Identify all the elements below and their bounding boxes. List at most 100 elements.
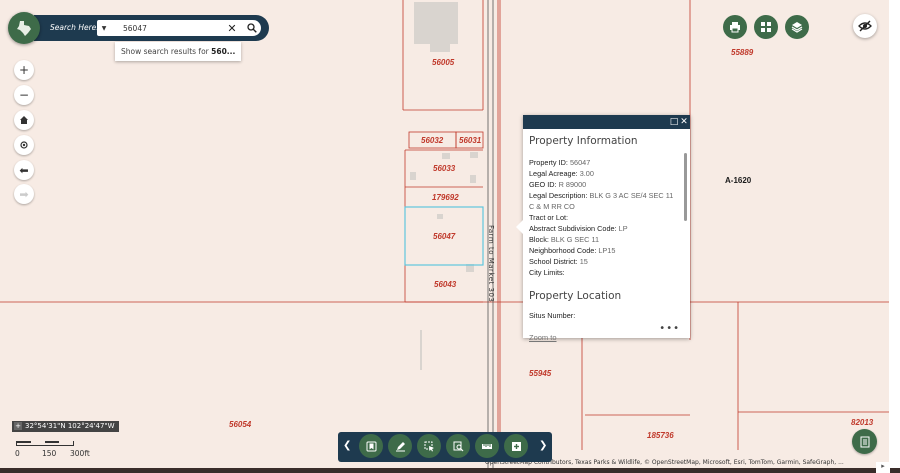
next-extent-button[interactable]: ➡ xyxy=(14,184,34,204)
search-document-icon xyxy=(453,441,463,451)
popup-pointer xyxy=(516,220,523,234)
toolbar-prev-button[interactable]: ❮ xyxy=(343,440,351,451)
attribution-toggle[interactable]: ▸ xyxy=(876,462,890,473)
field-row: GEO ID: R 89000 xyxy=(529,180,587,189)
minus-icon: − xyxy=(18,88,30,102)
parcel-label: 56005 xyxy=(432,58,455,67)
scale-label: 0 xyxy=(15,449,20,458)
field-row: Property ID: 56047 xyxy=(529,158,591,167)
layers-icon xyxy=(791,22,803,33)
locate-icon xyxy=(20,141,28,149)
parcel-label: 56047 xyxy=(433,232,456,241)
parcel-label: 56043 xyxy=(434,280,457,289)
close-icon: ✕ xyxy=(227,21,237,35)
bookmarks-button[interactable] xyxy=(359,434,383,458)
pencil-icon xyxy=(395,441,405,451)
map-canvas[interactable]: 56005 55889 56032 56031 56033 179692 560… xyxy=(0,0,900,473)
clear-search-button[interactable]: ✕ xyxy=(225,20,239,36)
search-button[interactable] xyxy=(245,20,259,36)
measure-button[interactable] xyxy=(475,434,499,458)
bottom-toolbar: ❮ ❯ xyxy=(338,432,552,462)
suggestion-prefix: Show search results for xyxy=(121,47,209,56)
field-row: Legal Acreage: 3.00 xyxy=(529,169,594,178)
parcel-label: 56033 xyxy=(433,164,456,173)
ruler-icon xyxy=(482,443,492,449)
popup-section-title: Property Information xyxy=(529,135,638,147)
draw-button[interactable] xyxy=(388,434,412,458)
popup-header: □ ✕ xyxy=(523,115,690,129)
home-icon xyxy=(20,116,28,124)
coordinate-text: 32°54'31"N 102°24'47"W xyxy=(25,422,115,430)
popup-content: Property Information Property ID: 56047 … xyxy=(529,135,679,325)
hide-widgets-button[interactable] xyxy=(853,14,877,38)
parcel-label: 82013 xyxy=(851,418,874,427)
parcel-label: 56032 xyxy=(421,136,444,145)
plus-icon: + xyxy=(18,63,30,77)
coordinate-readout: +32°54'31"N 102°24'47"W xyxy=(12,421,119,432)
caret-down-icon: ▼ xyxy=(101,24,107,32)
parcel-label: 56031 xyxy=(459,136,482,145)
field-row: School District: 15 xyxy=(529,257,588,266)
parcel-label: 55945 xyxy=(529,369,552,378)
field-row: City Limits: xyxy=(529,268,565,277)
field-row: Tract or Lot: xyxy=(529,213,569,222)
parcel-label: 179692 xyxy=(432,193,459,202)
scale-label: 300ft xyxy=(70,449,90,458)
popup-section-title: Property Location xyxy=(529,290,622,302)
search-icon xyxy=(247,23,257,33)
suggestion-term: 560... xyxy=(211,47,236,56)
legend-icon xyxy=(860,436,869,447)
search-bar: Search Here: ▼ ✕ xyxy=(34,15,269,41)
print-icon xyxy=(730,22,740,33)
zoom-to-link[interactable]: Zoom to xyxy=(529,333,557,342)
texas-map-logo-icon xyxy=(17,21,31,36)
arrow-right-icon: ➡ xyxy=(19,187,29,201)
more-actions-button[interactable]: ••• xyxy=(659,323,680,334)
scale-bar xyxy=(16,441,74,446)
arrow-left-icon: ⬅ xyxy=(19,163,29,177)
toolbar-next-button[interactable]: ❯ xyxy=(539,440,547,451)
popup-footer: Zoom to ••• xyxy=(529,323,684,342)
zoom-in-button[interactable]: + xyxy=(14,60,34,80)
popup-close-button[interactable]: ✕ xyxy=(678,116,690,128)
parcel-label: 185736 xyxy=(647,431,674,440)
query-button[interactable] xyxy=(446,434,470,458)
popup-scrollbar[interactable] xyxy=(684,153,687,221)
select-cursor-icon xyxy=(424,441,434,451)
close-icon: ✕ xyxy=(680,117,688,127)
select-tool-button[interactable] xyxy=(417,434,441,458)
field-row: Neighborhood Code: LP15 xyxy=(529,246,616,255)
parcel-label: 56054 xyxy=(229,420,252,429)
field-row: Situs Number: xyxy=(529,311,576,320)
legend-button[interactable] xyxy=(852,429,877,454)
window-edge xyxy=(889,0,900,473)
chevron-right-icon: ❯ xyxy=(539,440,548,451)
search-source-dropdown[interactable]: ▼ xyxy=(97,20,111,36)
grid-icon xyxy=(761,22,771,32)
property-popup: □ ✕ Property Information Property ID: 56… xyxy=(516,115,690,342)
bookmark-icon xyxy=(366,441,376,451)
app-logo[interactable] xyxy=(8,12,40,44)
add-icon xyxy=(511,441,521,451)
field-row: Block: BLK G SEC 11 xyxy=(529,235,600,244)
search-label: Search Here: xyxy=(50,23,99,32)
scale-label: 150 xyxy=(42,449,57,458)
parcel-label: 55889 xyxy=(731,48,754,57)
layers-button[interactable] xyxy=(785,15,809,39)
road-label: Farm to Market 303 xyxy=(487,225,495,303)
search-suggestion[interactable]: Show search results for 560... xyxy=(115,42,241,61)
add-data-button[interactable] xyxy=(504,434,528,458)
basemap-gallery-button[interactable] xyxy=(754,15,778,39)
zoom-out-button[interactable]: − xyxy=(14,85,34,105)
chevron-left-icon: ❮ xyxy=(343,440,352,451)
eye-off-icon xyxy=(858,20,872,32)
coordinate-toggle-icon[interactable]: + xyxy=(14,422,22,430)
abstract-label: A-1620 xyxy=(725,176,752,185)
print-button[interactable] xyxy=(723,15,747,39)
maximize-icon: □ xyxy=(669,117,679,127)
locate-button[interactable] xyxy=(14,135,34,155)
home-button[interactable] xyxy=(14,110,34,130)
previous-extent-button[interactable]: ⬅ xyxy=(14,160,34,180)
window-edge xyxy=(0,468,900,473)
field-row: Legal Description: BLK G 3 AC SE/4 SEC 1… xyxy=(529,191,674,211)
